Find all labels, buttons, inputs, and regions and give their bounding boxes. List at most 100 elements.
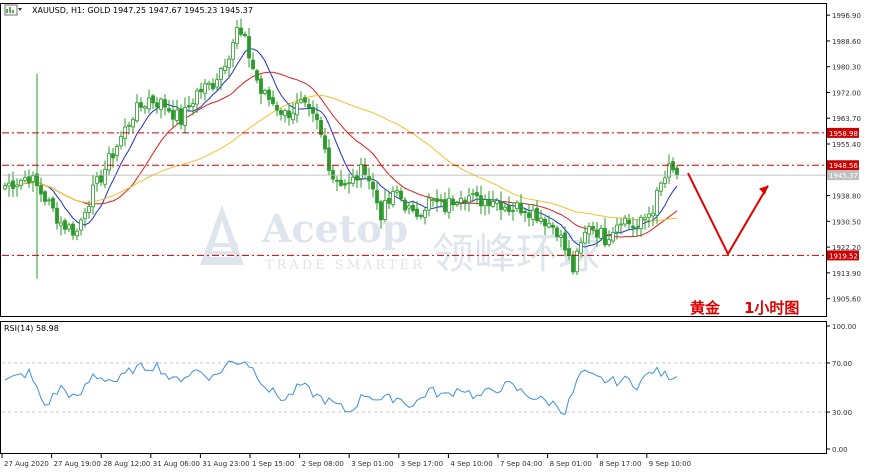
candle-body bbox=[119, 136, 123, 147]
time-tick-label: 8 Sep 17:00 bbox=[599, 460, 641, 468]
candle-body bbox=[415, 208, 419, 217]
symbol-info: XAUUSD, H1: GOLD 1947.25 1947.67 1945.23… bbox=[32, 6, 253, 15]
candle-body bbox=[611, 231, 615, 242]
candle-body bbox=[355, 174, 359, 181]
candle-body bbox=[603, 228, 607, 246]
candle-body bbox=[539, 217, 543, 222]
time-tick-label: 27 Aug 2020 bbox=[4, 460, 49, 468]
candle-body bbox=[571, 254, 575, 273]
candle-body bbox=[383, 200, 387, 220]
candle-body bbox=[135, 102, 139, 122]
time-tick-label: 9 Sep 10:00 bbox=[649, 460, 691, 468]
candle-body bbox=[607, 239, 611, 245]
candle-body bbox=[451, 198, 455, 206]
time-tick-label: 3 Sep 01:00 bbox=[351, 460, 393, 468]
candle-body bbox=[491, 201, 495, 207]
candle-body bbox=[259, 78, 263, 94]
candle-body bbox=[467, 195, 471, 203]
candle-body bbox=[379, 201, 383, 221]
candle-body bbox=[395, 190, 399, 193]
candle-body bbox=[247, 36, 251, 59]
candle-body bbox=[3, 185, 7, 190]
time-tick-label: 3 Sep 17:00 bbox=[401, 460, 443, 468]
candle-body bbox=[475, 192, 479, 197]
candle-body bbox=[495, 200, 499, 204]
candle-body bbox=[215, 79, 219, 88]
candle-body bbox=[103, 169, 107, 185]
candle-body bbox=[555, 227, 559, 238]
candle-body bbox=[623, 217, 627, 225]
candle-body bbox=[655, 189, 659, 216]
price-tick-label: 1996.90 bbox=[832, 12, 861, 20]
candle-body bbox=[435, 198, 439, 203]
candle-body bbox=[59, 222, 63, 226]
candle-body bbox=[7, 182, 11, 187]
level-tag-label: 1919.52 bbox=[829, 252, 858, 260]
candle-body bbox=[23, 177, 27, 181]
rsi-tick-label: 0.00 bbox=[832, 446, 848, 454]
candle-body bbox=[127, 124, 131, 127]
candle-body bbox=[171, 109, 175, 120]
candle-body bbox=[579, 242, 583, 254]
watermark-tagline: TRADE SMARTER bbox=[265, 258, 425, 273]
candle-body bbox=[239, 27, 243, 35]
candle-body bbox=[427, 197, 431, 211]
candle-body bbox=[27, 176, 31, 184]
candle-body bbox=[447, 197, 451, 213]
candle-body bbox=[487, 198, 491, 207]
candle-body bbox=[167, 108, 171, 112]
price-tick-label: 1930.50 bbox=[832, 218, 861, 226]
candle-body bbox=[391, 191, 395, 205]
time-tick-label: 1 Sep 15:00 bbox=[252, 460, 294, 468]
candle-body bbox=[659, 182, 663, 192]
candle-body bbox=[275, 104, 279, 111]
candle-body bbox=[647, 213, 651, 218]
candle-body bbox=[211, 83, 215, 90]
candle-body bbox=[315, 113, 319, 121]
candle-body bbox=[223, 65, 227, 71]
candle-body bbox=[535, 207, 539, 222]
rsi-tick-label: 30.00 bbox=[832, 409, 852, 417]
candle-body bbox=[511, 209, 515, 212]
candle-body bbox=[243, 33, 247, 37]
candle-body bbox=[367, 176, 371, 182]
candle-body bbox=[595, 229, 599, 238]
candle-body bbox=[455, 202, 459, 205]
candle-body bbox=[15, 184, 19, 188]
candle-body bbox=[503, 206, 507, 211]
time-tick-label: 8 Sep 01:00 bbox=[550, 460, 592, 468]
candle-body bbox=[643, 217, 647, 221]
candle-body bbox=[523, 210, 527, 213]
candle-body bbox=[47, 199, 51, 202]
candle-body bbox=[507, 204, 511, 212]
candle-body bbox=[519, 202, 523, 214]
candle-body bbox=[279, 110, 283, 115]
candle-body bbox=[575, 250, 579, 273]
candle-body bbox=[87, 206, 91, 213]
candle-body bbox=[99, 175, 103, 183]
candle-body bbox=[51, 197, 55, 209]
candle-body bbox=[143, 106, 147, 109]
candle-body bbox=[567, 248, 571, 257]
time-tick-label: 7 Sep 04:00 bbox=[500, 460, 542, 468]
candle-body bbox=[187, 105, 191, 108]
candle-body bbox=[563, 232, 567, 251]
candle-body bbox=[195, 90, 199, 105]
candle-body bbox=[91, 184, 95, 208]
candle-body bbox=[399, 190, 403, 199]
candle-body bbox=[371, 181, 375, 190]
candle-body bbox=[403, 199, 407, 211]
candle-body bbox=[359, 164, 363, 179]
candle-body bbox=[263, 89, 267, 95]
candle-body bbox=[635, 227, 639, 230]
candle-body bbox=[675, 167, 679, 176]
candle-body bbox=[407, 205, 411, 209]
candle-body bbox=[347, 182, 351, 185]
candle-body bbox=[231, 42, 235, 60]
candle-body bbox=[551, 224, 555, 228]
candle-body bbox=[335, 179, 339, 182]
candle-body bbox=[443, 199, 447, 212]
candle-body bbox=[463, 199, 467, 202]
candle-body bbox=[343, 183, 347, 186]
rsi-tick-label: 100.00 bbox=[832, 323, 857, 331]
